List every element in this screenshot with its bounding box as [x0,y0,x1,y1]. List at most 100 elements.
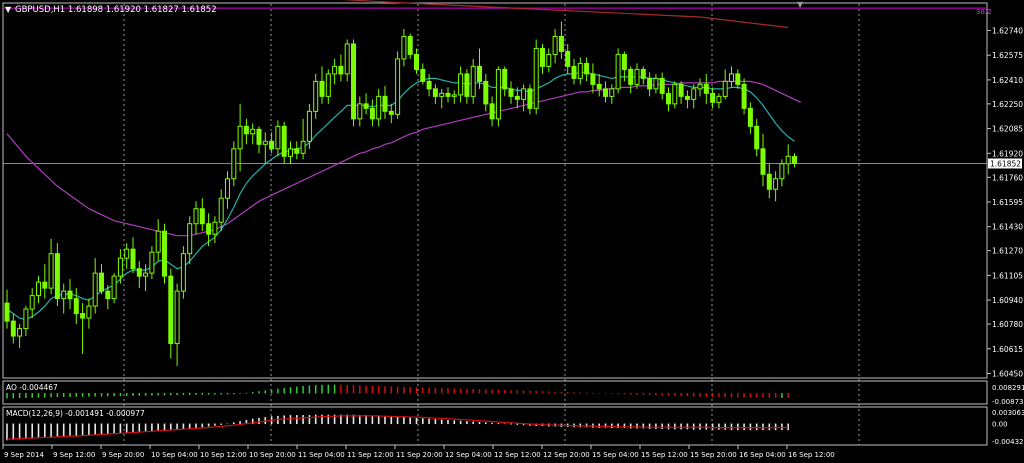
time-tick-label: 15 Sep 04:00 [592,451,639,459]
candle-body-bull [357,103,363,120]
trading-chart[interactable]: 1.62740 1.62575 1.62410 1.62250 1.62085 1.619… [0,0,1024,463]
candle-body-bull [180,253,186,292]
candle [395,51,401,119]
candle-body-bull [729,73,734,82]
price-tick-label: 1.60940 [992,296,1023,305]
price-tick-label: 1.61920 [992,149,1023,158]
candle-body-bull [691,88,697,100]
macd-tick-label: 0.00 [992,421,1008,429]
candle-body-bull [395,58,401,115]
candle-body-bear [792,156,797,164]
ao-title: AO -0.004467 [6,383,58,392]
candle-body-bull [86,305,92,319]
candle-body-bear [162,230,167,277]
candle-body-bear [80,313,86,319]
candle-body-bear [414,53,419,70]
candle [495,66,501,127]
candle-body-bear [105,290,111,300]
price-tick-label: 1.61760 [992,173,1023,182]
candle-body-bear [168,275,174,345]
price-tick-label: 1.60615 [992,345,1023,354]
ao-tick-label: 0.008291 [992,384,1024,392]
macd-title: MACD(12,26,9) -0.001491 -0.000977 [6,409,145,418]
candle-body-bull [458,73,464,96]
price-tick-label: 1.61270 [992,247,1023,256]
price-tick-label: 1.60450 [992,370,1023,379]
candle-body-bear [540,47,545,67]
time-tick-label: 16 Sep 12:00 [788,451,835,459]
candle-body-bull [716,95,722,103]
price-axis[interactable]: 1.62740 1.62575 1.62410 1.62250 1.62085 1.619… [987,26,1023,379]
candle-body-bear [4,302,10,322]
chart-background [0,0,1024,463]
candle-body-bear [647,77,653,90]
time-tick-label: 10 Sep 04:00 [151,451,198,459]
candle-body-bear [243,125,249,135]
candle-body-bull [117,257,123,277]
candle-body-bear [464,73,470,97]
time-tick-label: 9 Sep 20:00 [102,451,144,459]
candle-body-bull [533,47,539,109]
candle-body-bear [294,148,300,154]
time-tick-label: 9 Sep 2014 [4,451,44,459]
price-tick-label: 1.62410 [992,76,1023,85]
candle-body-bull [697,83,703,90]
candle-body-bull [546,53,552,67]
candle-body-bear [666,92,671,105]
symbol-line: GBPUSD,H1 1.61898 1.61920 1.61827 1.6185… [15,5,217,15]
candle-body-bull [149,251,155,274]
price-tick-label: 1.62575 [992,51,1023,60]
candle-body-bull [773,178,779,190]
candle-body-bear [338,65,344,75]
candle-body-bull [36,281,41,297]
price-tick-label: 1.61430 [992,223,1023,232]
candle-body-bear [426,80,432,90]
candle-body-bear [319,80,325,97]
candle-body-bear [369,107,375,120]
price-tick-label: 1.60780 [992,320,1023,329]
candle-body-bull [237,125,243,150]
candle-body-bear [477,65,482,82]
candle-body-bull [521,88,527,100]
shift-marker-icon[interactable]: ▼ [797,0,804,9]
candle-body-bull [634,68,640,85]
candle-body-bear [508,88,514,97]
candle [351,39,356,127]
header-menu-icon[interactable]: ▼ [5,5,12,14]
candle-body-bull [376,95,382,120]
candle-body-bear [678,83,684,97]
candle-body-bull [225,178,230,199]
candle-body-bull [495,68,501,120]
candle-body-bull [615,53,621,90]
candle-body-bull [17,328,23,337]
candle-body-bear [420,68,426,82]
price-tick-label: 1.61105 [992,271,1023,280]
candle-body-bull [722,80,728,97]
candle-body-bear [483,80,489,105]
candle-body-bear [754,125,760,150]
candle-body-bull [779,163,785,180]
candle-body-bull [288,148,293,157]
candle-body-bear [407,35,413,55]
candle-body-bull [155,230,161,253]
chart-header: ▼ GBPUSD,H1 1.61898 1.61920 1.61827 1.61… [5,5,217,15]
candle [533,39,539,115]
price-tick-label: 1.62740 [992,26,1023,35]
candle-body-bear [73,298,79,315]
candle-body-bull [451,94,457,97]
candle-body-bull [143,272,149,277]
time-tick-label: 16 Sep 04:00 [739,451,786,459]
macd-tick-label: 0.003063 [992,409,1024,417]
candle-body-bear [489,103,495,120]
price-tick-label: 1.61595 [992,198,1023,207]
candle-body-bear [445,92,451,97]
time-tick-label: 10 Sep 12:00 [200,451,247,459]
candle-body-bear [703,83,709,94]
candle-body-bull [124,248,130,259]
candle-body-bear [388,110,394,115]
time-tick-label: 15 Sep 12:00 [641,451,688,459]
candle-body-bull [325,73,331,97]
candle-body-bear [584,62,590,75]
candle-body-bear [558,35,564,52]
candle-body-bear [596,83,602,90]
